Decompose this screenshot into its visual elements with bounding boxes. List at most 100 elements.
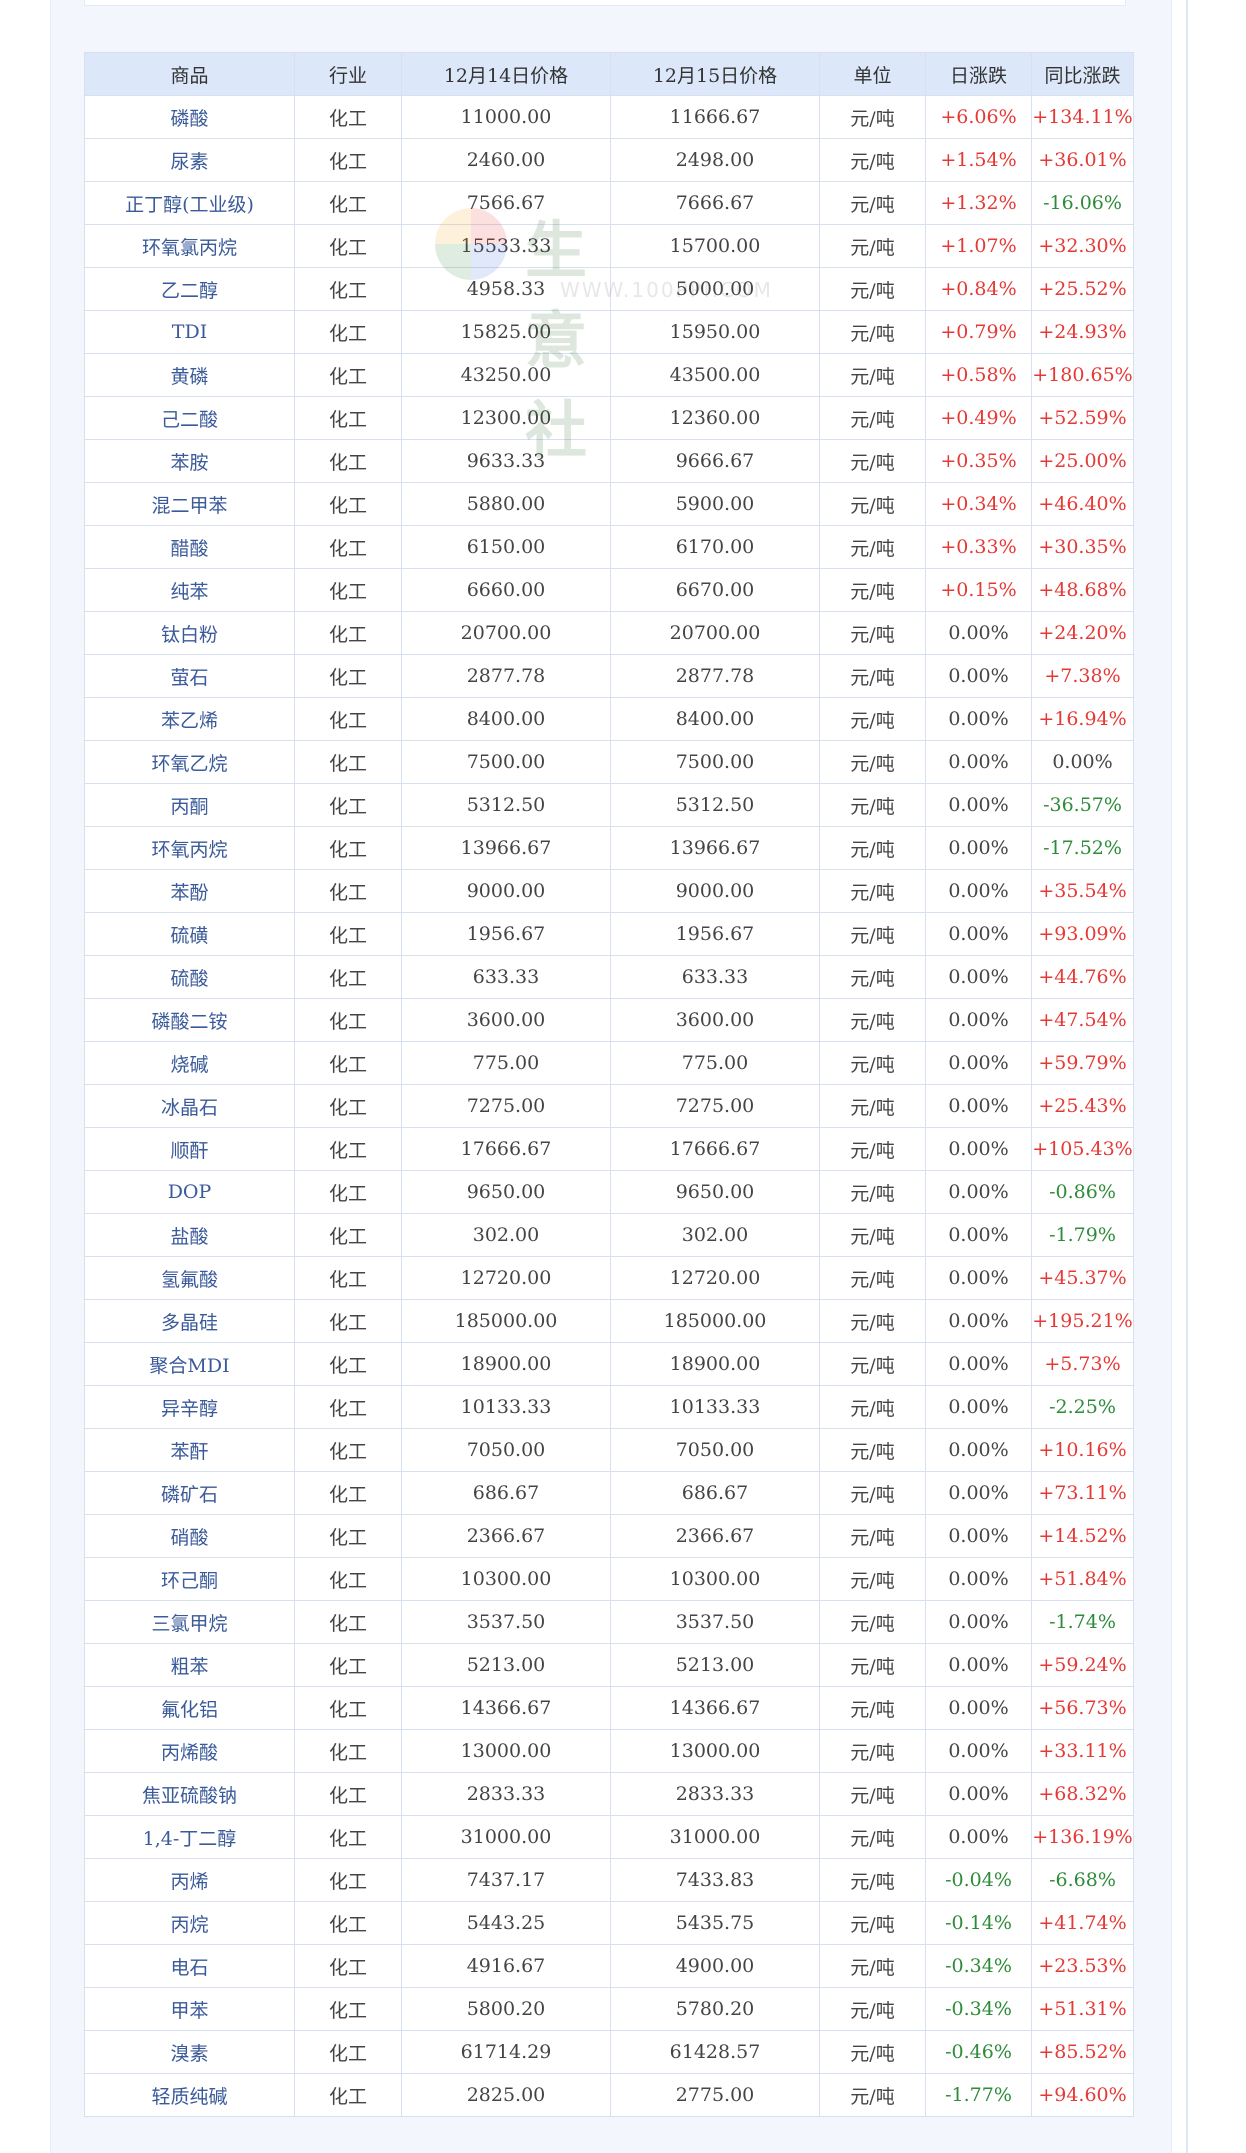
cell-price-dec15: 2366.67: [610, 1514, 820, 1558]
cell-product[interactable]: 黄磷: [84, 353, 295, 397]
cell-price-dec14: 3537.50: [401, 1600, 611, 1644]
cell-product[interactable]: 环氧乙烷: [84, 740, 295, 784]
cell-product[interactable]: 环氧丙烷: [84, 826, 295, 870]
cell-product[interactable]: 萤石: [84, 654, 295, 698]
cell-product[interactable]: 丙烯: [84, 1858, 295, 1902]
cell-product[interactable]: 溴素: [84, 2030, 295, 2074]
cell-industry: 化工: [294, 1299, 402, 1343]
cell-product[interactable]: 苯胺: [84, 439, 295, 483]
cell-price-dec15: 7666.67: [610, 181, 820, 225]
cell-product[interactable]: 苯酚: [84, 869, 295, 913]
cell-yoy-change: +35.54%: [1031, 869, 1134, 913]
cell-product[interactable]: 磷矿石: [84, 1471, 295, 1515]
page-right-border: [1186, 0, 1188, 2153]
cell-industry: 化工: [294, 1557, 402, 1601]
cell-product[interactable]: 多晶硅: [84, 1299, 295, 1343]
cell-product[interactable]: 硫酸: [84, 955, 295, 999]
cell-product[interactable]: 正丁醇(工业级): [84, 181, 295, 225]
cell-product[interactable]: 尿素: [84, 138, 295, 182]
cell-daily-change: 0.00%: [925, 1299, 1032, 1343]
cell-industry: 化工: [294, 181, 402, 225]
cell-price-dec15: 9666.67: [610, 439, 820, 483]
cell-product[interactable]: 苯酐: [84, 1428, 295, 1472]
cell-unit: 元/吨: [819, 95, 926, 139]
cell-product[interactable]: 丙酮: [84, 783, 295, 827]
cell-industry: 化工: [294, 482, 402, 526]
table-row: 乙二醇 化工 4958.33 5000.00 元/吨 +0.84% +25.52%: [84, 267, 1134, 311]
cell-unit: 元/吨: [819, 1471, 926, 1515]
cell-product[interactable]: 轻质纯碱: [84, 2073, 295, 2117]
cell-product[interactable]: 乙二醇: [84, 267, 295, 311]
table-row: 丙酮 化工 5312.50 5312.50 元/吨 0.00% -36.57%: [84, 783, 1134, 827]
cell-daily-change: 0.00%: [925, 1772, 1032, 1816]
cell-product[interactable]: 丙烯酸: [84, 1729, 295, 1773]
table-row: TDI 化工 15825.00 15950.00 元/吨 +0.79% +24.93%: [84, 310, 1134, 354]
cell-product[interactable]: DOP: [84, 1170, 295, 1214]
table-row: 正丁醇(工业级) 化工 7566.67 7666.67 元/吨 +1.32% -16.06%: [84, 181, 1134, 225]
cell-product[interactable]: 磷酸二铵: [84, 998, 295, 1042]
cell-product[interactable]: 磷酸: [84, 95, 295, 139]
cell-product[interactable]: 甲苯: [84, 1987, 295, 2031]
cell-unit: 元/吨: [819, 1385, 926, 1429]
cell-daily-change: +0.35%: [925, 439, 1032, 483]
cell-product[interactable]: 粗苯: [84, 1643, 295, 1687]
cell-product[interactable]: 环己酮: [84, 1557, 295, 1601]
cell-product[interactable]: 环氧氯丙烷: [84, 224, 295, 268]
header-row: 商品 行业 12月14日价格 12月15日价格 单位 日涨跌 同比涨跌: [84, 52, 1134, 96]
cell-product[interactable]: 顺酐: [84, 1127, 295, 1171]
cell-product[interactable]: 苯乙烯: [84, 697, 295, 741]
cell-product[interactable]: 三氯甲烷: [84, 1600, 295, 1644]
cell-unit: 元/吨: [819, 353, 926, 397]
cell-price-dec15: 5900.00: [610, 482, 820, 526]
cell-product[interactable]: 焦亚硫酸钠: [84, 1772, 295, 1816]
cell-product[interactable]: 盐酸: [84, 1213, 295, 1257]
cell-unit: 元/吨: [819, 955, 926, 999]
cell-product[interactable]: TDI: [84, 310, 295, 354]
cell-product[interactable]: 丙烷: [84, 1901, 295, 1945]
cell-product[interactable]: 异辛醇: [84, 1385, 295, 1429]
cell-product[interactable]: 1,4-丁二醇: [84, 1815, 295, 1859]
cell-product[interactable]: 烧碱: [84, 1041, 295, 1085]
cell-yoy-change: +16.94%: [1031, 697, 1134, 741]
cell-product[interactable]: 电石: [84, 1944, 295, 1988]
cell-daily-change: +0.58%: [925, 353, 1032, 397]
cell-product[interactable]: 氟化铝: [84, 1686, 295, 1730]
cell-price-dec15: 633.33: [610, 955, 820, 999]
cell-product[interactable]: 钛白粉: [84, 611, 295, 655]
cell-unit: 元/吨: [819, 1729, 926, 1773]
cell-price-dec15: 9650.00: [610, 1170, 820, 1214]
cell-product[interactable]: 醋酸: [84, 525, 295, 569]
cell-product[interactable]: 己二酸: [84, 396, 295, 440]
cell-unit: 元/吨: [819, 654, 926, 698]
cell-yoy-change: +93.09%: [1031, 912, 1134, 956]
cell-industry: 化工: [294, 1428, 402, 1472]
cell-price-dec15: 5435.75: [610, 1901, 820, 1945]
cell-industry: 化工: [294, 1127, 402, 1171]
cell-yoy-change: +59.79%: [1031, 1041, 1134, 1085]
cell-product[interactable]: 硝酸: [84, 1514, 295, 1558]
cell-product[interactable]: 冰晶石: [84, 1084, 295, 1128]
cell-price-dec14: 17666.67: [401, 1127, 611, 1171]
cell-product[interactable]: 聚合MDI: [84, 1342, 295, 1386]
cell-unit: 元/吨: [819, 310, 926, 354]
table-row: 烧碱 化工 775.00 775.00 元/吨 0.00% +59.79%: [84, 1041, 1134, 1085]
cell-product[interactable]: 混二甲苯: [84, 482, 295, 526]
cell-yoy-change: +46.40%: [1031, 482, 1134, 526]
cell-product[interactable]: 氢氟酸: [84, 1256, 295, 1300]
cell-yoy-change: -6.68%: [1031, 1858, 1134, 1902]
cell-industry: 化工: [294, 1729, 402, 1773]
cell-unit: 元/吨: [819, 1600, 926, 1644]
table-row: 溴素 化工 61714.29 61428.57 元/吨 -0.46% +85.52%: [84, 2030, 1134, 2074]
table-row: 苯酚 化工 9000.00 9000.00 元/吨 0.00% +35.54%: [84, 869, 1134, 913]
cell-product[interactable]: 纯苯: [84, 568, 295, 612]
cell-industry: 化工: [294, 955, 402, 999]
cell-product[interactable]: 硫磺: [84, 912, 295, 956]
cell-price-dec15: 17666.67: [610, 1127, 820, 1171]
cell-unit: 元/吨: [819, 439, 926, 483]
cell-price-dec14: 5880.00: [401, 482, 611, 526]
cell-price-dec14: 2460.00: [401, 138, 611, 182]
table-row: 尿素 化工 2460.00 2498.00 元/吨 +1.54% +36.01%: [84, 138, 1134, 182]
cell-price-dec14: 7050.00: [401, 1428, 611, 1472]
cell-unit: 元/吨: [819, 1342, 926, 1386]
cell-price-dec14: 9633.33: [401, 439, 611, 483]
